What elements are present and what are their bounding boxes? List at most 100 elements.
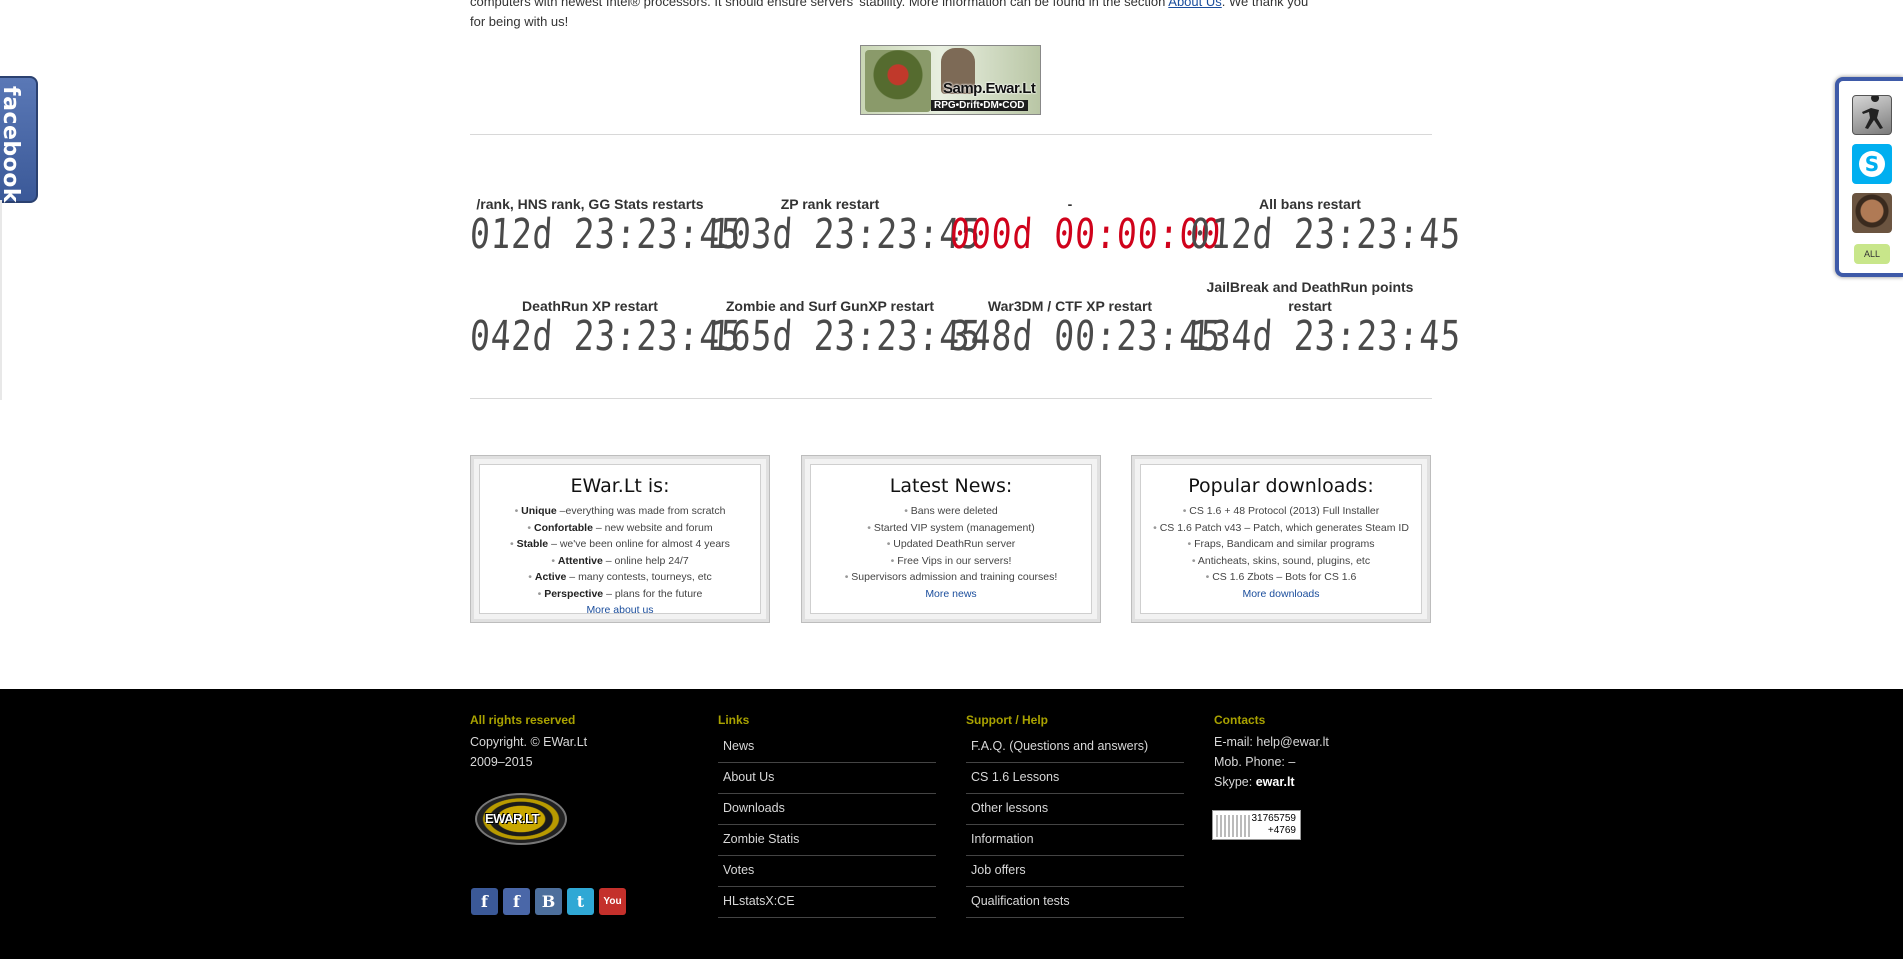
list-item: Active – many contests, tourneys, etc: [480, 569, 760, 586]
list-item[interactable]: Updated DeathRun server: [811, 536, 1091, 553]
divider: [470, 134, 1432, 135]
footer-link-about-us[interactable]: About Us: [718, 763, 936, 794]
footer-support-heading: Support / Help: [966, 713, 1048, 727]
list-item: Attentive – online help 24/7: [480, 553, 760, 570]
timer-countdown: 042d 23:23:45: [468, 311, 743, 360]
email-link[interactable]: help@ewar.lt: [1256, 735, 1328, 749]
news-list: Bans were deleted Started VIP system (ma…: [811, 503, 1091, 586]
downloads-list: CS 1.6 + 48 Protocol (2013) Full Install…: [1141, 503, 1421, 586]
list-item[interactable]: Bans were deleted: [811, 503, 1091, 520]
footer-links-heading: Links: [718, 713, 750, 727]
twitter-icon[interactable]: t: [567, 888, 594, 915]
footer-link-information[interactable]: Information: [966, 825, 1184, 856]
footer-link-qualification-tests[interactable]: Qualification tests: [966, 887, 1184, 918]
timer-zp-rank: ZP rank restart 103d 23:23:45: [709, 176, 983, 258]
skype-icon[interactable]: S: [1852, 144, 1892, 184]
facebook-page-icon[interactable]: f: [503, 888, 530, 915]
banner-title: Samp.Ewar.Lt: [943, 80, 1036, 97]
footer-links-column: Links News About Us Downloads Zombie Sta…: [718, 713, 938, 918]
counter-today: +4769: [1267, 825, 1296, 836]
divider: [470, 398, 1432, 399]
footer-link-cs-lessons[interactable]: CS 1.6 Lessons: [966, 763, 1184, 794]
downloads-box: Popular downloads: CS 1.6 + 48 Protocol …: [1131, 455, 1431, 623]
news-box-title: Latest News:: [889, 475, 1013, 497]
more-about-us-link[interactable]: More about us: [480, 602, 760, 618]
more-downloads-link[interactable]: More downloads: [1141, 586, 1421, 602]
counter-strike-icon[interactable]: [1852, 94, 1892, 135]
about-us-link[interactable]: About Us: [1168, 0, 1221, 9]
list-item: Perspective – plans for the future: [480, 586, 760, 603]
timer-deathrun-xp: DeathRun XP restart 042d 23:23:45: [469, 278, 743, 360]
footer: All rights reserved Copyright. © EWar.Lt…: [0, 689, 1903, 959]
footer-link-votes[interactable]: Votes: [718, 856, 936, 887]
timer-expired: - 000d 00:00:00: [949, 176, 1223, 258]
facebook-side-tab[interactable]: facebook: [0, 76, 38, 203]
contact-phone: Mob. Phone: –: [1214, 755, 1296, 769]
draugiem-icon[interactable]: B: [535, 888, 562, 915]
facebook-tab-label: facebook: [0, 86, 23, 203]
game-logo-image: [865, 50, 931, 112]
copyright-text: Copyright. © EWar.Lt: [470, 735, 588, 749]
youtube-icon[interactable]: You: [599, 888, 626, 915]
timer-war3dm-ctf: War3DM / CTF XP restart 348d 00:23:45: [949, 278, 1223, 360]
intro-line-end: . We thank you: [1221, 0, 1309, 9]
footer-link-downloads[interactable]: Downloads: [718, 794, 936, 825]
logo-text: EWAR.LT: [485, 811, 540, 826]
list-item[interactable]: CS 1.6 + 48 Protocol (2013) Full Install…: [1141, 503, 1421, 520]
footer-link-news[interactable]: News: [718, 732, 936, 763]
footer-link-faq[interactable]: F.A.Q. (Questions and answers): [966, 732, 1184, 763]
timer-countdown: 103d 23:23:45: [708, 209, 983, 258]
footer-rights-heading: All rights reserved: [470, 713, 576, 727]
footer-contacts-heading: Contacts: [1214, 713, 1266, 727]
news-box: Latest News: Bans were deleted Started V…: [801, 455, 1101, 623]
list-item[interactable]: Free Vips in our servers!: [811, 553, 1091, 570]
gta-samp-icon[interactable]: [1852, 193, 1892, 233]
about-box-title: EWar.Lt is:: [570, 475, 670, 497]
list-item[interactable]: Started VIP system (management): [811, 520, 1091, 537]
footer-link-hlstatsx[interactable]: HLstatsX:CE: [718, 887, 936, 918]
timer-countdown: 000d 00:00:00: [948, 209, 1223, 258]
timer-countdown: 134d 23:23:45: [1188, 311, 1463, 360]
footer-link-other-lessons[interactable]: Other lessons: [966, 794, 1184, 825]
list-item: Unique –everything was made from scratch: [480, 503, 760, 520]
contact-email: E-mail: help@ewar.lt: [1214, 735, 1329, 749]
timer-all-bans: All bans restart 012d 23:23:45: [1189, 176, 1463, 258]
skype-link[interactable]: ewar.lt: [1256, 775, 1295, 789]
timer-countdown: 165d 23:23:45: [708, 311, 983, 360]
ewar-logo[interactable]: EWAR.LT: [475, 793, 567, 845]
downloads-box-title: Popular downloads:: [1188, 475, 1374, 497]
intro-line-2: for being with us!: [470, 14, 569, 29]
list-item: Stable – we've been online for almost 4 …: [480, 536, 760, 553]
quick-links-panel: S ALL: [1835, 77, 1903, 277]
counter-total: 31765759: [1251, 813, 1297, 824]
timer-countdown: 348d 00:23:45: [948, 311, 1223, 360]
list-item[interactable]: CS 1.6 Patch v43 – Patch, which generate…: [1141, 520, 1421, 537]
about-box: EWar.Lt is: Unique –everything was made …: [470, 455, 770, 623]
all-links-button[interactable]: ALL: [1854, 244, 1890, 264]
list-item[interactable]: CS 1.6 Zbots – Bots for CS 1.6: [1141, 569, 1421, 586]
facebook-icon[interactable]: f: [471, 888, 498, 915]
svg-text:S: S: [1865, 152, 1879, 176]
footer-link-job-offers[interactable]: Job offers: [966, 856, 1184, 887]
footer-rights-column: All rights reserved Copyright. © EWar.Lt…: [470, 713, 690, 772]
timer-countdown: 012d 23:23:45: [1188, 209, 1463, 258]
footer-link-zombie-stats[interactable]: Zombie Statis: [718, 825, 936, 856]
timer-zombie-surf: Zombie and Surf GunXP restart 165d 23:23…: [709, 278, 983, 360]
footer-contacts-column: Contacts E-mail: help@ewar.lt Mob. Phone…: [1214, 713, 1434, 792]
list-item[interactable]: Fraps, Bandicam and similar programs: [1141, 536, 1421, 553]
list-item[interactable]: Supervisors admission and training cours…: [811, 569, 1091, 586]
list-item: Confortable – new website and forum: [480, 520, 760, 537]
intro-line: computers with newest Intel® processors.…: [470, 0, 1166, 9]
timer-rank-stats: /rank, HNS rank, GG Stats restarts 012d …: [469, 176, 743, 258]
visitor-counter[interactable]: 31765759 +4769: [1212, 810, 1301, 840]
contact-skype: Skype: ewar.lt: [1214, 775, 1295, 789]
timer-countdown: 012d 23:23:45: [468, 209, 743, 258]
intro-text: computers with newest Intel® processors.…: [470, 0, 1432, 32]
left-edge-line: [0, 200, 2, 400]
counter-graph-icon: [1216, 815, 1250, 837]
samp-server-banner[interactable]: Samp.Ewar.Lt RPG•Drift•DM•COD: [860, 45, 1041, 115]
more-news-link[interactable]: More news: [811, 586, 1091, 602]
timer-jailbreak: JailBreak and DeathRun points restart 13…: [1189, 278, 1463, 360]
list-item[interactable]: Anticheats, skins, sound, plugins, etc: [1141, 553, 1421, 570]
copyright-years: 2009–2015: [470, 755, 533, 769]
